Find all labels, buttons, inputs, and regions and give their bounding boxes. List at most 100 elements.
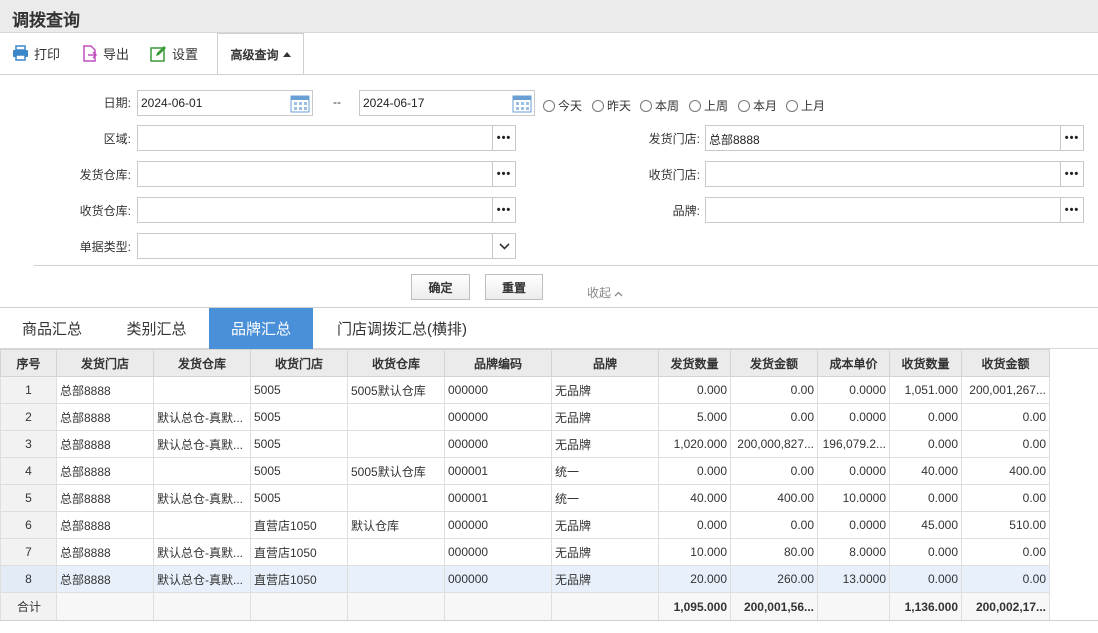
ship-store-picker-button[interactable]: •••: [1060, 126, 1083, 150]
radio-circle-icon: [689, 99, 701, 112]
table-cell: 510.00: [961, 511, 1050, 539]
receive-store-input[interactable]: •••: [705, 161, 1084, 187]
column-header[interactable]: 品牌编码: [444, 349, 552, 377]
date-to-input[interactable]: 2024-06-17: [359, 90, 535, 116]
column-header[interactable]: 成本单价: [817, 349, 890, 377]
table-cell: 直营店1050: [250, 538, 348, 566]
total-cell: [444, 592, 552, 621]
column-header[interactable]: 发货金额: [730, 349, 818, 377]
table-cell: 直营店1050: [250, 565, 348, 593]
table-cell: 直营店1050: [250, 511, 348, 539]
table-row[interactable]: 7 总部8888 默认总仓-真默... 直营店1050 000000 无品牌 10.000 8…: [0, 538, 1050, 566]
receive-warehouse-input[interactable]: •••: [137, 197, 516, 223]
table-cell: 5005: [250, 430, 348, 458]
chevron-down-icon[interactable]: [492, 234, 515, 258]
date-to-value: 2024-06-17: [363, 96, 425, 110]
table-row[interactable]: 8 总部8888 默认总仓-真默... 直营店1050 000000 无品牌 20.000 2…: [0, 565, 1050, 593]
table-cell: 3: [0, 430, 57, 458]
table-cell: 000000: [444, 538, 552, 566]
table-row[interactable]: 3 总部8888 默认总仓-真默... 5005 000000 无品牌 1,020.000 2…: [0, 430, 1050, 458]
receive-store-picker-button[interactable]: •••: [1060, 162, 1083, 186]
table-row[interactable]: 1 总部8888 5005 5005默认仓库 000000 无品牌 0.000 0.00 0.0…: [0, 376, 1050, 404]
collapse-link[interactable]: 收起: [587, 284, 623, 301]
table-cell: 5005: [250, 457, 348, 485]
table-cell: 260.00: [730, 565, 818, 593]
table-cell: 0.000: [658, 457, 731, 485]
doc-type-select[interactable]: [137, 233, 516, 259]
table-cell: 0.000: [889, 484, 962, 512]
print-button[interactable]: 打印: [12, 43, 60, 63]
area-input[interactable]: •••: [137, 125, 516, 151]
table-cell: 4: [0, 457, 57, 485]
column-header[interactable]: 收货金额: [961, 349, 1050, 377]
receive-warehouse-picker-button[interactable]: •••: [492, 198, 515, 222]
radio-yesterday[interactable]: 昨天: [592, 97, 631, 114]
table-cell: 5005默认仓库: [347, 457, 445, 485]
total-cell: [347, 592, 445, 621]
calendar-icon[interactable]: [512, 94, 532, 113]
doc-type-label: 单据类型:: [79, 240, 131, 254]
radio-last-month[interactable]: 上月: [786, 97, 825, 114]
column-header[interactable]: 发货仓库: [153, 349, 251, 377]
table-cell: 统一: [551, 457, 659, 485]
settings-label: 设置: [172, 46, 199, 62]
table-cell: 默认总仓-真默...: [153, 403, 251, 431]
ship-warehouse-picker-button[interactable]: •••: [492, 162, 515, 186]
radio-label: 昨天: [607, 99, 632, 113]
brand-input[interactable]: •••: [705, 197, 1084, 223]
table-cell: 20.000: [658, 565, 731, 593]
column-header[interactable]: 发货数量: [658, 349, 731, 377]
column-header[interactable]: 品牌: [551, 349, 659, 377]
panel-divider: [34, 265, 1098, 266]
print-label: 打印: [34, 46, 61, 62]
table-cell: 总部8888: [56, 538, 154, 566]
collapse-label: 收起: [587, 286, 612, 300]
table-cell: 8.0000: [817, 538, 890, 566]
brand-label: 品牌:: [672, 204, 700, 218]
table-row[interactable]: 6 总部8888 直营店1050 默认仓库 000000 无品牌 0.000 0.00 0.00…: [0, 511, 1050, 539]
column-header[interactable]: 发货门店: [56, 349, 154, 377]
total-cell: 合计: [0, 592, 57, 621]
reset-button[interactable]: 重置: [485, 274, 543, 300]
tab-category-summary[interactable]: 类别汇总: [104, 308, 209, 349]
tab-product-summary[interactable]: 商品汇总: [0, 308, 104, 349]
radio-this-week[interactable]: 本周: [640, 97, 679, 114]
table-cell: 5005: [250, 376, 348, 404]
tab-brand-summary[interactable]: 品牌汇总: [209, 308, 313, 349]
ship-warehouse-input[interactable]: •••: [137, 161, 516, 187]
export-label: 导出: [103, 46, 130, 62]
table-row[interactable]: 4 总部8888 5005 5005默认仓库 000001 统一 0.000 0.00 0.00…: [0, 457, 1050, 485]
table-cell: 000000: [444, 565, 552, 593]
export-button[interactable]: 导出: [81, 43, 129, 63]
table-row[interactable]: 5 总部8888 默认总仓-真默... 5005 000001 统一 40.000 400.0…: [0, 484, 1050, 512]
table-cell: 总部8888: [56, 511, 154, 539]
date-from-input[interactable]: 2024-06-01: [137, 90, 313, 116]
confirm-button[interactable]: 确定: [411, 274, 470, 300]
tab-store-transfer-summary[interactable]: 门店调拨汇总(横排): [313, 308, 491, 349]
table-row[interactable]: 2 总部8888 默认总仓-真默... 5005 000000 无品牌 5.000 0.00 0…: [0, 403, 1050, 431]
radio-this-month[interactable]: 本月: [738, 97, 777, 114]
advanced-search-label: 高级查询: [230, 48, 279, 62]
brand-picker-button[interactable]: •••: [1060, 198, 1083, 222]
table-cell: 默认总仓-真默...: [153, 484, 251, 512]
table-cell: 总部8888: [56, 430, 154, 458]
radio-last-week[interactable]: 上周: [689, 97, 728, 114]
table-cell: 5: [0, 484, 57, 512]
advanced-search-toggle[interactable]: 高级查询: [217, 33, 304, 75]
summary-tabs: 商品汇总 类别汇总 品牌汇总 门店调拨汇总(横排): [0, 308, 1098, 349]
table-cell: 总部8888: [56, 484, 154, 512]
table-cell: 总部8888: [56, 376, 154, 404]
radio-today[interactable]: 今天: [543, 97, 582, 114]
radio-circle-icon: [543, 99, 555, 112]
settings-button[interactable]: 设置: [150, 43, 198, 63]
calendar-icon[interactable]: [290, 94, 310, 113]
ship-store-input[interactable]: 总部8888 •••: [705, 125, 1084, 151]
table-cell: 0.00: [961, 430, 1050, 458]
column-header[interactable]: 收货数量: [889, 349, 962, 377]
table-cell: [347, 565, 445, 593]
area-picker-button[interactable]: •••: [492, 126, 515, 150]
caret-up-icon: [282, 52, 291, 57]
column-header[interactable]: 收货门店: [250, 349, 348, 377]
column-header[interactable]: 序号: [0, 349, 57, 377]
column-header[interactable]: 收货仓库: [347, 349, 445, 377]
